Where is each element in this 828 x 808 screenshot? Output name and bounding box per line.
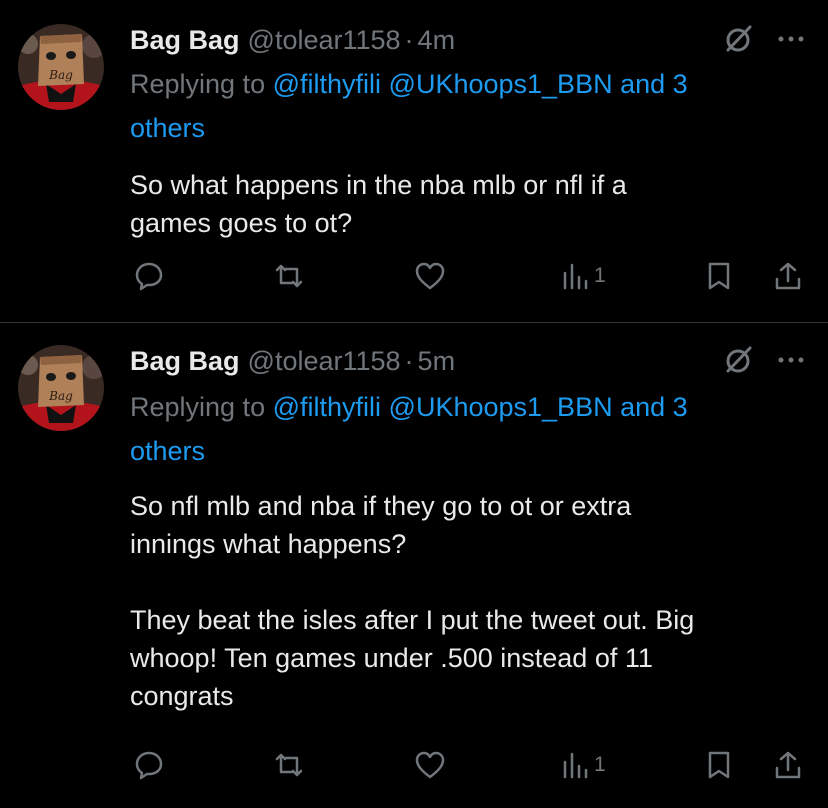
tweet-actions: 1 <box>130 747 810 783</box>
author-name[interactable]: Bag Bag <box>130 346 240 376</box>
mention-link[interactable]: @UKhoops1_BBN <box>389 69 613 99</box>
share-button[interactable] <box>774 258 802 294</box>
reply-icon <box>135 751 163 780</box>
more-icon[interactable] <box>776 22 806 61</box>
replying-to: Replying to @filthyfili @UKhoops1_BBN an… <box>130 385 810 473</box>
tweet-text: So nfl mlb and nba if they go to ot or e… <box>130 487 820 715</box>
views-icon <box>563 752 588 779</box>
text-line: congrats <box>130 681 234 711</box>
replying-to: Replying to @filthyfili @UKhoops1_BBN an… <box>130 62 810 150</box>
like-button[interactable] <box>414 258 446 294</box>
others-link[interactable]: others <box>130 436 205 466</box>
bookmark-button[interactable] <box>706 747 732 783</box>
grok-icon[interactable] <box>722 343 756 382</box>
and-others-link[interactable]: and 3 <box>620 392 688 422</box>
tweet-actions: 1 <box>130 258 810 294</box>
bookmark-button[interactable] <box>706 258 732 294</box>
mention-link[interactable]: @filthyfili <box>273 69 381 99</box>
text-line: innings what happens? <box>130 529 407 559</box>
grok-icon[interactable] <box>722 22 756 61</box>
views-icon <box>563 263 588 290</box>
views-button[interactable]: 1 <box>562 258 606 294</box>
tweet-header: Bag Bag @tolear1158 · 5m <box>130 345 455 377</box>
text-line: whoop! Ten games under .500 instead of 1… <box>130 643 653 673</box>
tweet-feed: Bag Bag Bag @tolear1158 · 4m Replying to @f… <box>0 0 828 808</box>
mention-link[interactable]: @UKhoops1_BBN <box>389 392 613 422</box>
text-line: They beat the isles after I put the twee… <box>130 605 695 635</box>
and-others-link[interactable]: and 3 <box>620 69 688 99</box>
tweet-header: Bag Bag @tolear1158 · 4m <box>130 24 455 56</box>
tweet[interactable]: Bag Bag Bag @tolear1158 · 5m Replying to @f… <box>0 323 828 808</box>
retweet-button[interactable] <box>272 258 306 294</box>
retweet-icon <box>275 264 303 288</box>
bookmark-icon <box>708 262 730 290</box>
retweet-button[interactable] <box>272 747 306 783</box>
author-name[interactable]: Bag Bag <box>130 25 240 55</box>
views-count: 1 <box>594 264 606 287</box>
others-link[interactable]: others <box>130 113 205 143</box>
replying-to-label: Replying to <box>130 69 266 99</box>
bookmark-icon <box>708 751 730 779</box>
share-button[interactable] <box>774 747 802 783</box>
text-line: So what happens in the nba mlb or nfl if… <box>130 170 627 200</box>
separator-dot: · <box>404 25 414 55</box>
like-icon <box>415 262 445 290</box>
mention-link[interactable]: @filthyfili <box>273 392 381 422</box>
tweet-text: So what happens in the nba mlb or nfl if… <box>130 166 820 242</box>
views-count: 1 <box>594 753 606 776</box>
author-handle[interactable]: @tolear1158 <box>248 25 401 55</box>
text-line <box>130 563 820 601</box>
more-icon[interactable] <box>776 343 806 382</box>
tweet[interactable]: Bag Bag Bag @tolear1158 · 4m Replying to @f… <box>0 0 828 322</box>
tweet-header-icons <box>722 24 806 58</box>
timestamp[interactable]: 4m <box>418 25 456 55</box>
share-icon <box>775 262 801 290</box>
avatar-text: Bag <box>48 389 73 403</box>
like-button[interactable] <box>414 747 446 783</box>
tweet-header-icons <box>722 345 806 379</box>
replying-to-label: Replying to <box>130 392 266 422</box>
timestamp[interactable]: 5m <box>418 346 456 376</box>
like-icon <box>415 751 445 779</box>
views-button[interactable]: 1 <box>562 747 606 783</box>
text-line: So nfl mlb and nba if they go to ot or e… <box>130 491 632 521</box>
reply-button[interactable] <box>134 747 164 783</box>
separator-dot: · <box>404 346 414 376</box>
retweet-icon <box>275 753 303 777</box>
avatar[interactable]: Bag <box>18 345 104 431</box>
reply-icon <box>135 262 163 291</box>
avatar-text: Bag <box>48 68 73 82</box>
author-handle[interactable]: @tolear1158 <box>248 346 401 376</box>
text-line: games goes to ot? <box>130 208 353 238</box>
reply-button[interactable] <box>134 258 164 294</box>
share-icon <box>775 751 801 779</box>
avatar[interactable]: Bag <box>18 24 104 110</box>
